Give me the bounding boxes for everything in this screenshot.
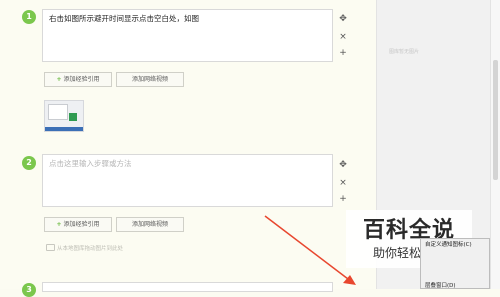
step-number-1: 1 [22,10,36,24]
step-number-3: 3 [22,283,36,297]
step-1-textbox[interactable]: 右击如图所示避开时间显示点击空白处，如图 [42,9,333,62]
add-video-button[interactable]: 添加网络视频 [116,72,184,87]
add-reference-button[interactable]: + 添加经验引用 [44,72,112,87]
context-menu: 自定义通知图标(C) 层叠窗口(D) [420,238,490,289]
context-menu-item-cascade-windows[interactable]: 层叠窗口(D) [425,281,456,289]
add-reference-label: 添加经验引用 [63,221,100,228]
move-icon[interactable]: ✥ [338,14,348,24]
add-video-label: 添加网络视频 [131,76,168,83]
close-icon[interactable]: × [338,32,348,42]
thumbnail-taskbar [45,127,83,131]
add-reference-button[interactable]: + 添加经验引用 [44,217,112,232]
add-video-button[interactable]: 添加网络视频 [116,217,184,232]
step-3-textbox[interactable] [42,282,333,292]
scrollbar[interactable] [490,0,500,289]
step-number-2: 2 [22,156,36,170]
scrollbar-thumb[interactable] [493,60,498,180]
add-icon[interactable]: + [338,194,348,204]
step-2-textbox[interactable]: 点击这里输入步骤或方法 [42,154,333,207]
close-icon[interactable]: × [338,178,348,188]
add-video-label: 添加网络视频 [131,221,168,228]
add-icon[interactable]: + [338,48,348,58]
editor-area: 1 右击如图所示避开时间显示点击空白处，如图 ✥ × + + 添加经验引用 添加网… [0,0,376,297]
empty-library-note: 图库暂无图片 [389,49,420,55]
drag-image-hint-text: 从本地图库拖动图片到此处 [57,246,124,252]
add-reference-label: 添加经验引用 [63,76,100,83]
plus-icon: + [56,221,62,228]
thumbnail-window [48,104,68,120]
drag-image-hint: 从本地图库拖动图片到此处 [46,244,123,252]
context-menu-item-custom-notification-icons[interactable]: 自定义通知图标(C) [425,240,472,248]
plus-icon: + [56,76,62,83]
camera-icon [46,244,55,251]
step-1-image-thumbnail[interactable] [44,100,84,132]
move-icon[interactable]: ✥ [338,160,348,170]
thumbnail-icon [69,113,77,121]
